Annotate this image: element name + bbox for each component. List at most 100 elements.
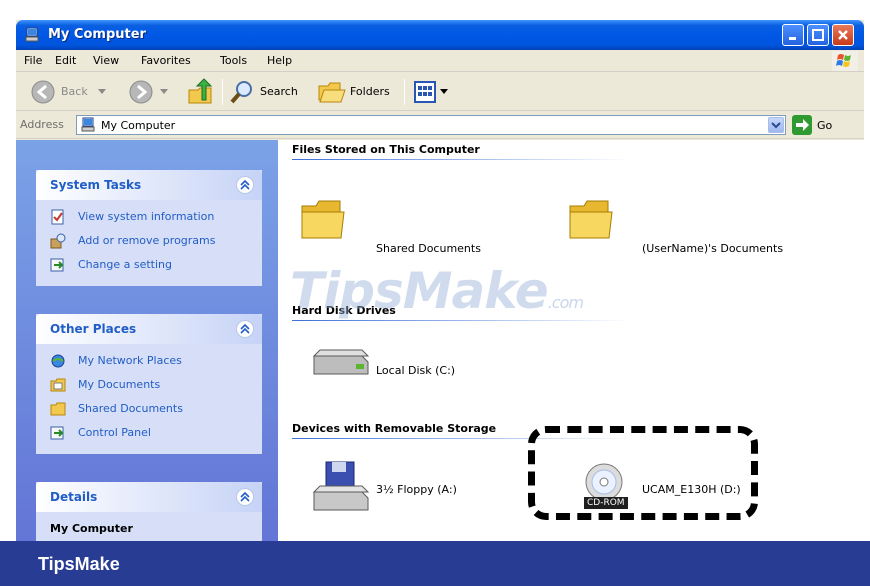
sidebar-item-add-remove-programs[interactable]: Add or remove programs xyxy=(36,230,262,254)
folders-label: Folders xyxy=(350,85,390,98)
item-local-disk[interactable]: Local Disk (C:) xyxy=(376,364,455,377)
address-label: Address xyxy=(20,118,64,131)
menu-file[interactable]: File xyxy=(24,54,42,67)
search-icon xyxy=(230,81,252,104)
details-value: My Computer xyxy=(50,522,133,535)
item-floppy-drive[interactable]: 3½ Floppy (A:) xyxy=(376,483,457,496)
maximize-button[interactable] xyxy=(807,24,829,46)
item-shared-documents[interactable]: Shared Documents xyxy=(376,242,481,255)
sidebar-item-label: Change a setting xyxy=(78,258,172,271)
windows-logo-icon xyxy=(832,51,858,71)
collapse-button[interactable] xyxy=(236,488,254,506)
chevron-down-icon xyxy=(771,122,781,129)
group-divider xyxy=(292,320,632,321)
go-button[interactable] xyxy=(792,115,812,135)
panel-title: Details xyxy=(50,490,98,504)
menu-view[interactable]: View xyxy=(93,54,119,67)
search-button[interactable]: Search xyxy=(228,73,308,111)
address-bar: Address My Computer Go xyxy=(16,111,864,139)
folders-button[interactable]: Folders xyxy=(314,73,398,111)
network-places-icon xyxy=(51,354,65,368)
sidebar-item-label: Add or remove programs xyxy=(78,234,216,247)
folder-icon xyxy=(50,402,66,416)
menu-tools[interactable]: Tools xyxy=(220,54,247,67)
computer-icon xyxy=(25,27,39,42)
add-remove-programs-icon xyxy=(50,233,66,249)
details-panel: Details My Computer xyxy=(36,482,262,541)
sidebar-item-my-network-places[interactable]: My Network Places xyxy=(36,350,262,374)
views-button[interactable] xyxy=(412,73,452,111)
menu-favorites[interactable]: Favorites xyxy=(141,54,191,67)
window-title: My Computer xyxy=(48,27,146,42)
highlight-outline xyxy=(528,426,758,520)
search-label: Search xyxy=(260,85,298,98)
toolbar-separator xyxy=(404,79,405,105)
title-bar[interactable]: My Computer xyxy=(16,20,864,50)
maximize-icon xyxy=(812,29,824,41)
my-documents-icon xyxy=(50,378,66,392)
other-places-panel: Other Places My Network Places My Docume… xyxy=(36,314,262,454)
back-button[interactable]: Back xyxy=(20,73,110,111)
task-pane: System Tasks View system information Add… xyxy=(16,140,278,541)
sidebar-item-my-documents[interactable]: My Documents xyxy=(36,374,262,398)
sidebar-item-label: My Network Places xyxy=(78,354,182,367)
group-header-removable: Devices with Removable Storage xyxy=(292,422,497,435)
chevron-up-icon xyxy=(240,323,250,334)
group-header-hdd: Hard Disk Drives xyxy=(292,304,396,317)
folder-icon xyxy=(569,200,613,239)
views-icon xyxy=(414,81,436,103)
details-header[interactable]: Details xyxy=(36,482,262,512)
chevron-down-icon xyxy=(440,89,448,94)
collapse-button[interactable] xyxy=(236,320,254,338)
item-user-documents[interactable]: (UserName)'s Documents xyxy=(642,242,783,255)
minimize-button[interactable] xyxy=(782,24,804,46)
sidebar-item-control-panel[interactable]: Control Panel xyxy=(36,422,262,446)
sidebar-item-label: View system information xyxy=(78,210,215,223)
sidebar-item-view-system-information[interactable]: View system information xyxy=(36,206,262,230)
sidebar-item-label: Shared Documents xyxy=(78,402,183,415)
group-divider xyxy=(292,159,632,160)
folders-icon xyxy=(318,82,346,103)
sidebar-item-label: Control Panel xyxy=(78,426,151,439)
up-folder-icon xyxy=(188,78,213,104)
up-folder-button[interactable] xyxy=(182,73,216,111)
address-dropdown-button[interactable] xyxy=(768,117,784,133)
close-button[interactable] xyxy=(832,24,854,46)
system-tasks-panel: System Tasks View system information Add… xyxy=(36,170,262,286)
menu-edit[interactable]: Edit xyxy=(55,54,76,67)
group-header-files: Files Stored on This Computer xyxy=(292,143,480,156)
chevron-down-icon xyxy=(98,89,106,94)
address-input[interactable]: My Computer xyxy=(76,115,786,135)
footer-bar: TipsMake xyxy=(0,541,870,586)
toolbar-separator xyxy=(222,79,223,105)
control-panel-icon xyxy=(50,426,64,440)
system-tasks-header[interactable]: System Tasks xyxy=(36,170,262,200)
hard-disk-icon xyxy=(312,349,370,375)
go-arrow-icon xyxy=(796,119,809,131)
go-label[interactable]: Go xyxy=(817,119,832,132)
computer-icon xyxy=(81,117,95,132)
menu-bar: File Edit View Favorites Tools Help xyxy=(16,50,864,72)
chevron-down-icon xyxy=(160,89,168,94)
floppy-drive-icon xyxy=(312,461,370,511)
other-places-header[interactable]: Other Places xyxy=(36,314,262,344)
control-panel-icon xyxy=(50,258,64,272)
forward-button[interactable] xyxy=(120,73,170,111)
back-label: Back xyxy=(61,85,88,98)
forward-arrow-icon xyxy=(129,80,153,104)
panel-title: System Tasks xyxy=(50,178,142,192)
address-value: My Computer xyxy=(101,119,176,132)
close-icon xyxy=(838,30,848,40)
collapse-button[interactable] xyxy=(236,176,254,194)
system-info-icon xyxy=(51,209,64,225)
menu-help[interactable]: Help xyxy=(267,54,292,67)
toolbar: Back Search Folders xyxy=(16,73,864,111)
footer-brand: TipsMake xyxy=(38,554,120,574)
chevron-up-icon xyxy=(240,491,250,502)
minimize-icon xyxy=(789,37,796,40)
sidebar-item-shared-documents[interactable]: Shared Documents xyxy=(36,398,262,422)
chevron-up-icon xyxy=(240,179,250,190)
sidebar-item-label: My Documents xyxy=(78,378,161,391)
sidebar-item-change-a-setting[interactable]: Change a setting xyxy=(36,254,262,278)
panel-title: Other Places xyxy=(50,322,137,336)
